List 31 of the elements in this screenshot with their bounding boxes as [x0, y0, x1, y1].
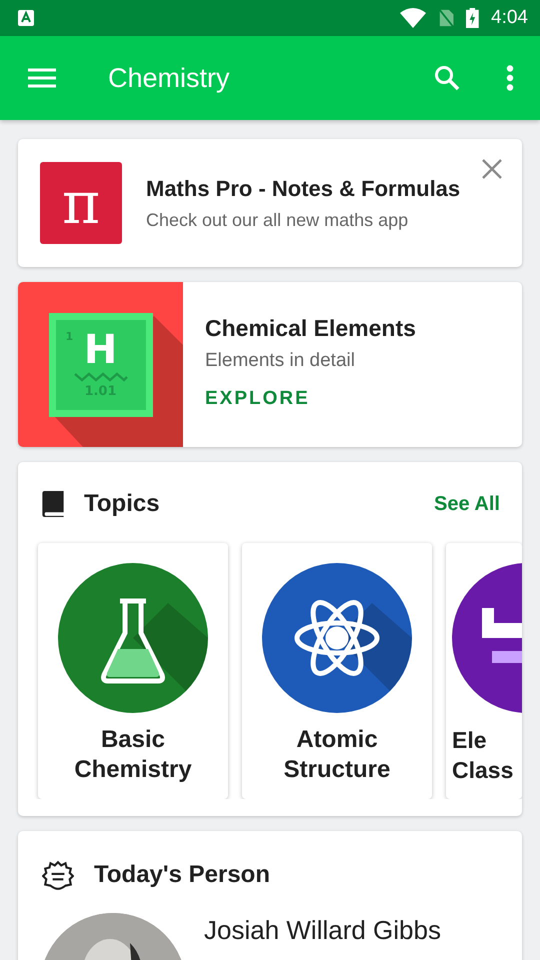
- promo-card[interactable]: π Maths Pro - Notes & Formulas Check out our all new maths app: [18, 139, 522, 267]
- menu-icon[interactable]: [28, 68, 56, 88]
- no-sim-icon: [438, 8, 454, 28]
- card-subtitle: Elements in detail: [205, 350, 356, 372]
- search-icon[interactable]: [434, 65, 460, 91]
- person-icon: [42, 860, 74, 890]
- explore-button[interactable]: EXPLORE: [205, 384, 416, 414]
- topic-title: Atomic Structure: [282, 725, 392, 785]
- promo-subtitle: Check out our all new maths app: [146, 210, 410, 230]
- topic-card[interactable]: Atomic Structure: [242, 543, 432, 799]
- battery-charging-icon: [466, 8, 480, 28]
- topic-title: Basic Chemistry: [73, 725, 193, 785]
- element-symbol: H: [84, 328, 118, 372]
- card-title: Chemical Elements: [205, 315, 416, 342]
- promo-title: Maths Pro - Notes & Formulas: [146, 176, 460, 202]
- clock-time: 4:04: [491, 7, 528, 29]
- section-title: Topics: [84, 490, 160, 518]
- person-name: Josiah Willard Gibbs: [204, 915, 441, 947]
- book-icon: [42, 491, 64, 517]
- topic-title: Ele Class: [452, 726, 514, 785]
- wifi-icon: [400, 8, 426, 28]
- topic-card[interactable]: Ele Class: [446, 543, 522, 799]
- see-all-link[interactable]: See All: [434, 492, 500, 516]
- app-notification-icon: [18, 10, 34, 26]
- app-title: Chemistry: [108, 62, 231, 94]
- more-options-icon[interactable]: [506, 65, 514, 91]
- section-title: Today's Person: [94, 861, 270, 889]
- wave-icon: [74, 372, 128, 382]
- close-icon[interactable]: [482, 159, 502, 179]
- topic-card[interactable]: Basic Chemistry: [38, 543, 228, 799]
- app-logo: π: [40, 162, 122, 244]
